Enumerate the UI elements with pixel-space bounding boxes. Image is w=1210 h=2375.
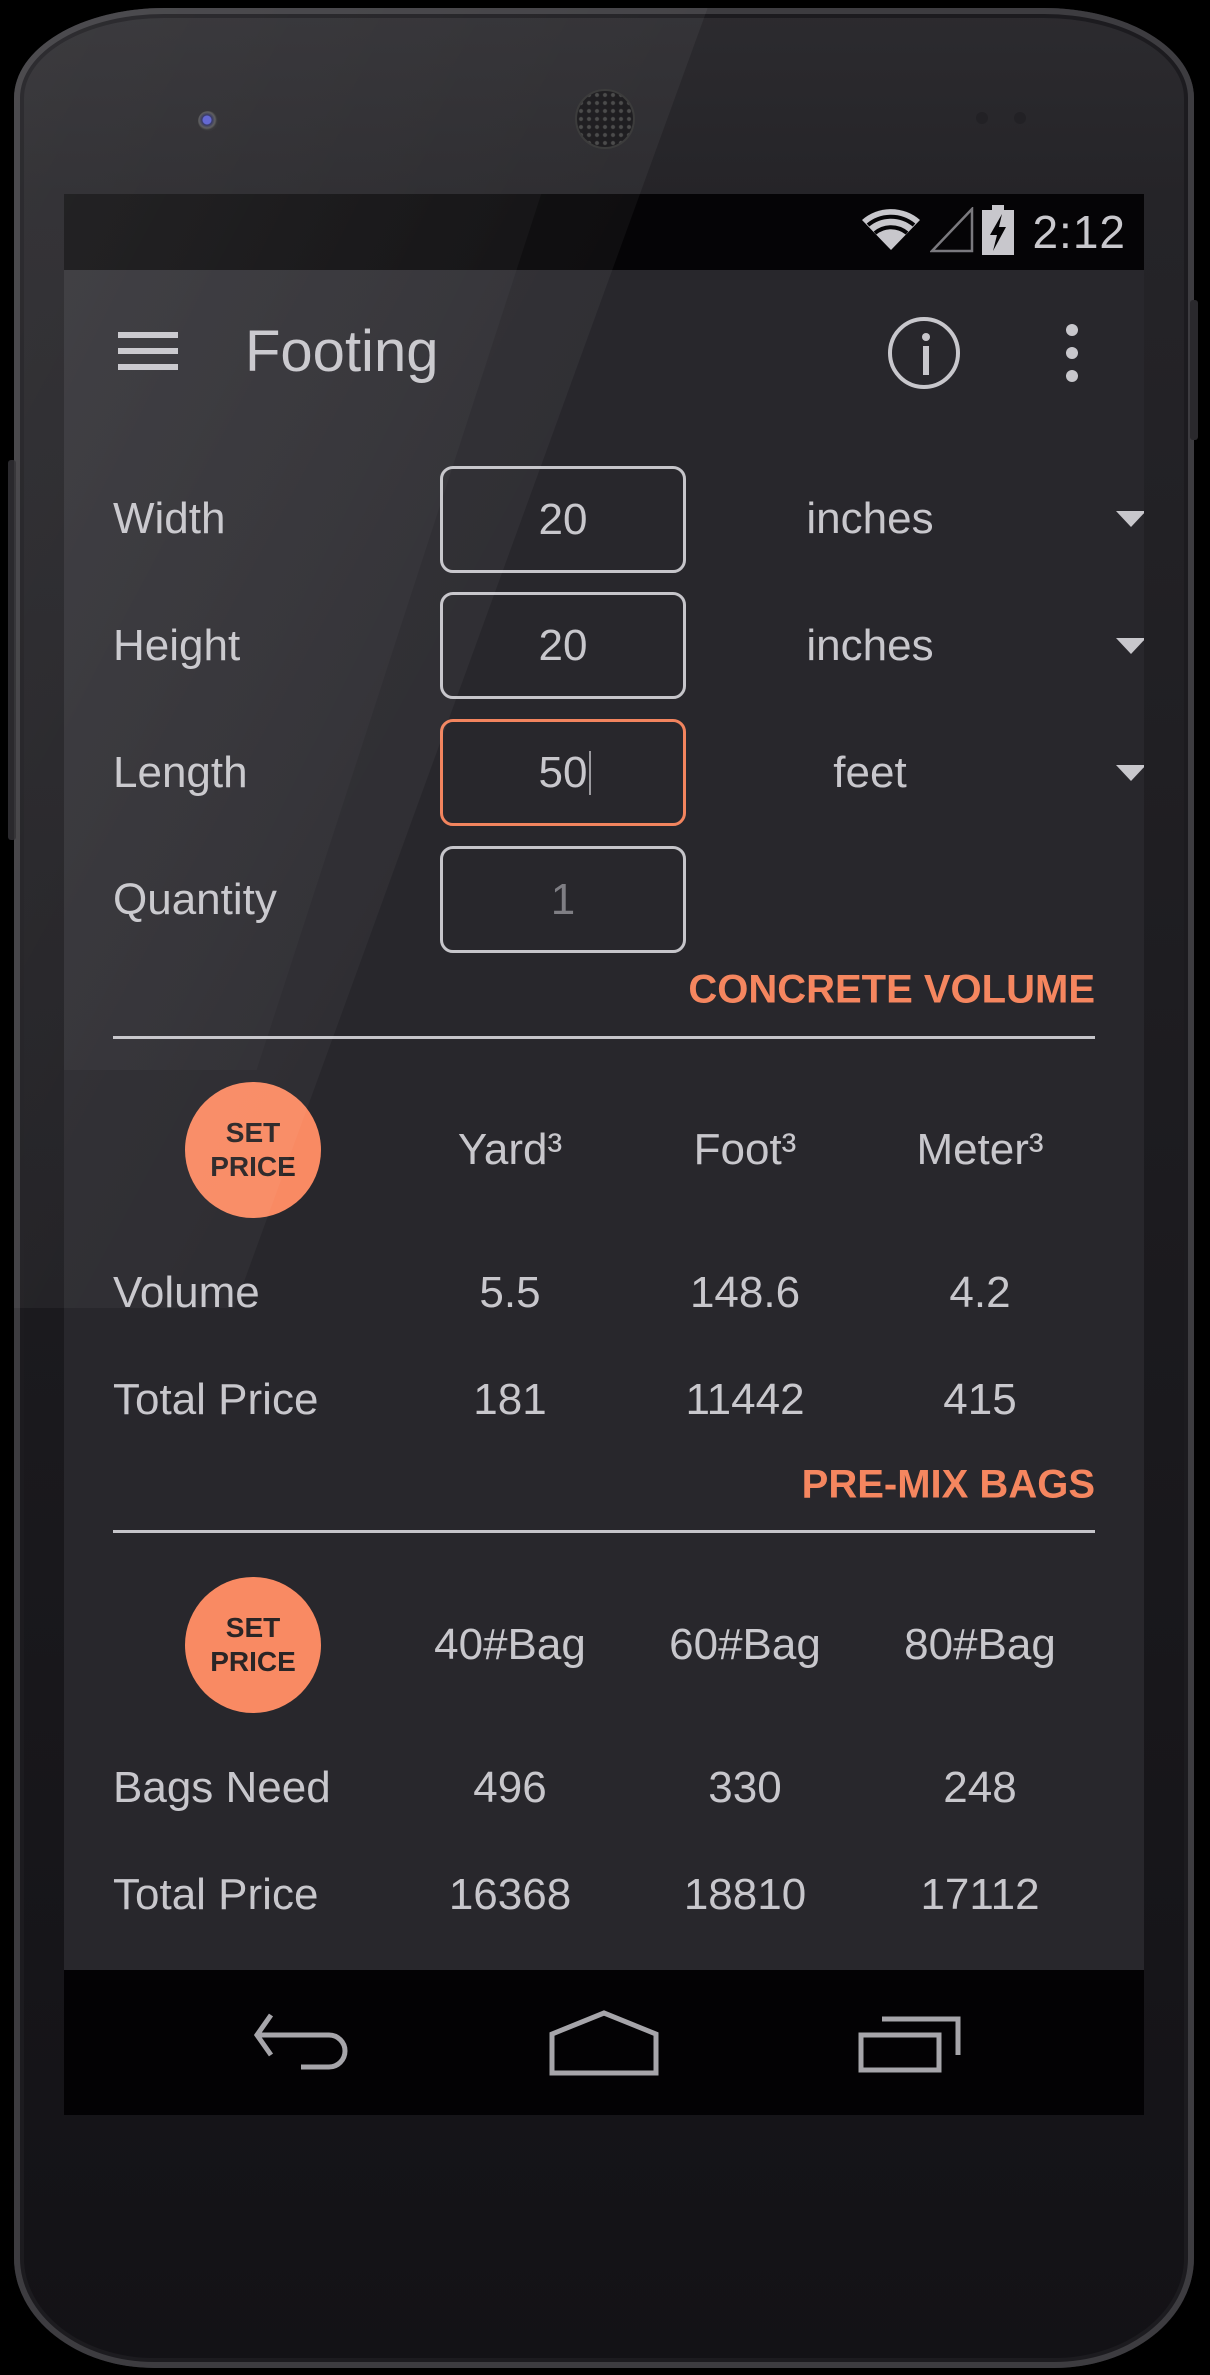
height-input[interactable] (440, 592, 686, 699)
length-input[interactable] (440, 719, 686, 826)
width-label: Width (113, 494, 226, 543)
dropdown-arrow-icon (1116, 638, 1144, 654)
section-divider (113, 1530, 1095, 1533)
status-time: 2:12 (1032, 206, 1126, 258)
column-header-meter3: Meter³ (916, 1125, 1044, 1174)
section-divider (113, 1036, 1095, 1039)
bags-total-price-label: Total Price (113, 1870, 319, 1919)
text-cursor (589, 751, 591, 795)
premix-bags-title: PRE-MIX BAGS (801, 1462, 1095, 1507)
concrete-total-foot3: 11442 (685, 1375, 805, 1424)
dropdown-arrow-icon (1116, 765, 1144, 781)
set-price-label-line2: PRICE (210, 1646, 296, 1677)
light-sensor (1014, 112, 1026, 124)
bags-total-40: 16368 (448, 1870, 572, 1919)
volume-foot3-value: 148.6 (689, 1268, 801, 1317)
bags-total-60: 18810 (683, 1870, 807, 1919)
length-unit-dropdown[interactable]: feet (740, 728, 1144, 818)
earpiece-speaker (575, 89, 635, 149)
concrete-total-yard3: 181 (473, 1375, 547, 1424)
length-label: Length (113, 748, 248, 797)
screen: 2:12 Footing Width inches Height inches (64, 194, 1144, 2115)
front-camera (198, 111, 218, 131)
wifi-icon (860, 208, 922, 257)
battery-charging-icon (982, 204, 1015, 260)
status-bar: 2:12 (64, 194, 1144, 270)
set-price-label-line2: PRICE (210, 1151, 296, 1182)
column-header-80-bag: 80#Bag (904, 1620, 1056, 1669)
volume-meter3-value: 4.2 (949, 1268, 1011, 1317)
app-bar: Footing (64, 270, 1144, 438)
concrete-volume-title: CONCRETE VOLUME (688, 967, 1095, 1012)
phone-side-button (8, 460, 16, 840)
bags-need-80: 248 (943, 1763, 1017, 1812)
recents-button[interactable] (820, 1970, 1000, 2115)
bags-total-80: 17112 (920, 1870, 1040, 1919)
column-header-40-bag: 40#Bag (434, 1620, 586, 1669)
quantity-input[interactable] (440, 846, 686, 953)
bags-need-40: 496 (473, 1763, 547, 1812)
phone-side-button (1190, 300, 1198, 440)
column-header-yard3: Yard³ (457, 1125, 563, 1174)
column-header-foot3: Foot³ (693, 1125, 797, 1174)
height-label: Height (113, 621, 241, 670)
concrete-total-meter3: 415 (943, 1375, 1017, 1424)
bags-need-60: 330 (708, 1763, 782, 1812)
info-icon[interactable] (888, 317, 960, 389)
navigation-bar (64, 1970, 1144, 2115)
set-price-label-line1: SET (225, 1117, 281, 1148)
width-unit-dropdown[interactable]: inches (740, 474, 1144, 564)
cell-signal-icon (929, 205, 974, 258)
premix-set-price-button[interactable]: SET PRICE (185, 1577, 321, 1713)
hamburger-icon[interactable] (118, 332, 178, 370)
concrete-set-price-button[interactable]: SET PRICE (185, 1082, 321, 1218)
volume-yard3-value: 5.5 (479, 1268, 541, 1317)
back-button[interactable] (214, 1970, 394, 2115)
set-price-label-line1: SET (225, 1612, 281, 1643)
width-input[interactable] (440, 466, 686, 573)
quantity-label: Quantity (113, 875, 277, 924)
proximity-sensor (976, 112, 988, 124)
bags-need-row-label: Bags Need (113, 1763, 331, 1812)
volume-row-label: Volume (113, 1268, 260, 1317)
concrete-total-price-label: Total Price (113, 1375, 319, 1424)
dropdown-arrow-icon (1116, 511, 1144, 527)
more-vert-icon[interactable] (1060, 322, 1084, 384)
app-title: Footing (245, 319, 439, 384)
column-header-60-bag: 60#Bag (669, 1620, 821, 1669)
length-unit-value: feet (833, 748, 907, 797)
home-button[interactable] (514, 1970, 694, 2115)
height-unit-value: inches (806, 621, 934, 670)
main-content: Footing Width inches Height inches Lengt… (64, 270, 1144, 1970)
height-unit-dropdown[interactable]: inches (740, 601, 1144, 691)
width-unit-value: inches (806, 494, 934, 543)
